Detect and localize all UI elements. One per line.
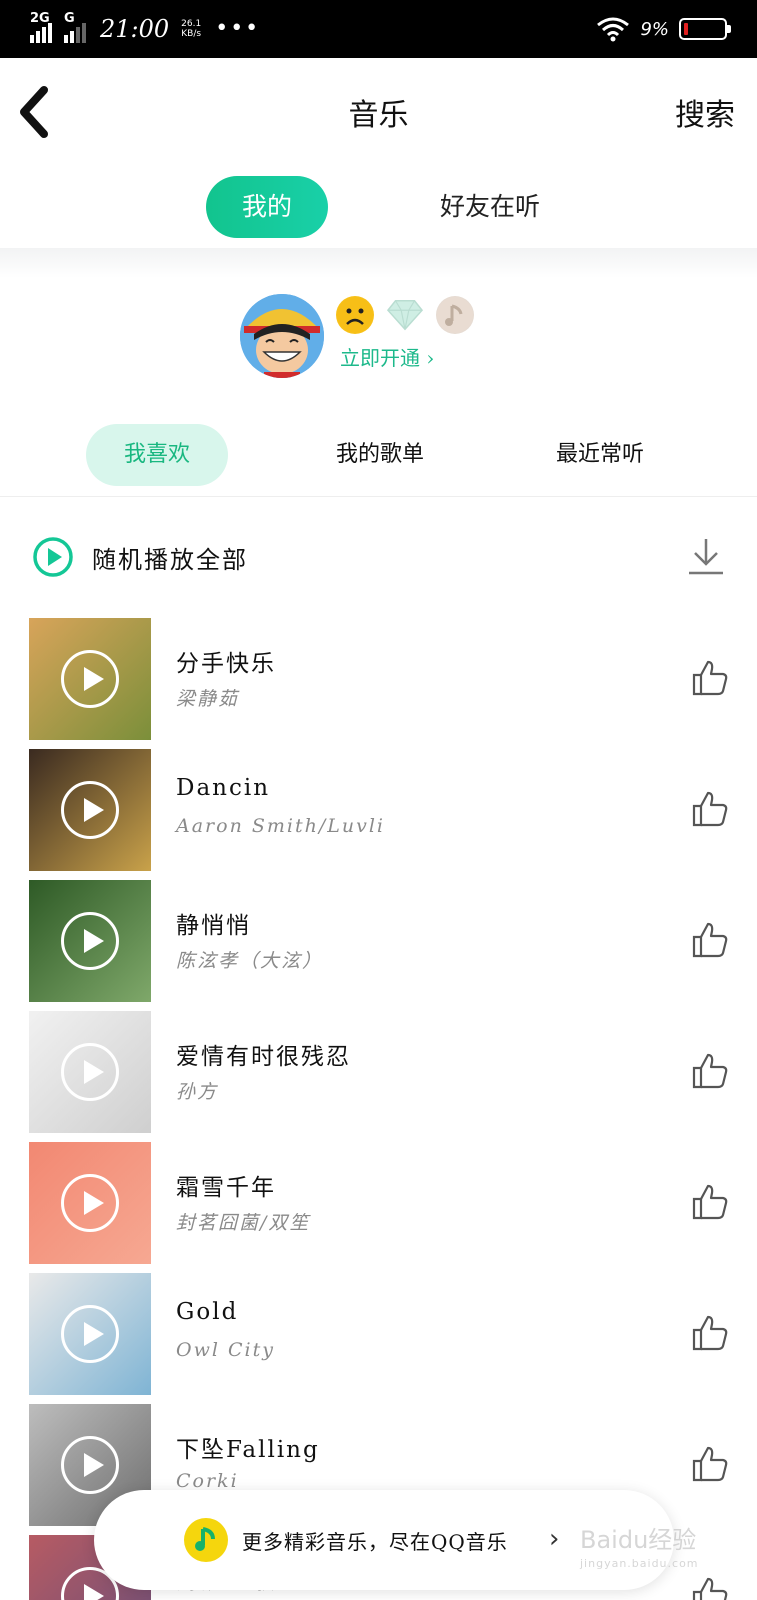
play-icon[interactable] <box>61 1174 119 1232</box>
network-speed-unit: KB/s <box>181 29 202 39</box>
song-title: 霜雪千年 <box>176 1175 276 1201</box>
download-icon[interactable] <box>686 535 726 577</box>
song-row[interactable]: Dancin Aaron Smith/Luvli <box>0 749 757 871</box>
song-row[interactable]: 爱情有时很残忍 孙方 <box>0 1011 757 1133</box>
song-title: 静悄悄 <box>176 913 251 939</box>
play-icon[interactable] <box>61 1043 119 1101</box>
signal-bar <box>64 35 68 43</box>
status-bar: 2G G 21:00 26.1 KB/s ••• 9% <box>0 0 757 58</box>
wifi-icon <box>597 17 630 42</box>
battery-percent: 9% <box>640 18 669 40</box>
song-title: 分手快乐 <box>176 651 276 677</box>
signal-bar <box>76 27 80 43</box>
battery-level <box>684 23 688 35</box>
signal-2g-icon: 2G <box>30 11 52 43</box>
play-icon[interactable] <box>61 650 119 708</box>
search-button[interactable]: 搜索 <box>675 90 735 134</box>
tab-mine[interactable]: 我的 <box>206 176 328 238</box>
album-cover[interactable] <box>29 1142 151 1264</box>
thumbs-up-icon[interactable] <box>690 1444 730 1484</box>
play-icon[interactable] <box>61 781 119 839</box>
top-nav: 音乐 搜索 我的 好友在听 <box>0 58 757 248</box>
song-artist: Aaron Smith/Luvli <box>176 815 385 837</box>
watermark: Baidu经验 jingyan.baidu.com <box>580 1520 699 1570</box>
thumbs-up-icon[interactable] <box>690 1313 730 1353</box>
song-artist: 陈泫孝（大泫） <box>176 950 324 972</box>
network-speed-value: 26.1 <box>181 19 202 29</box>
chevron-right-icon: › <box>549 1524 560 1554</box>
clock: 21:00 <box>100 15 170 43</box>
activate-vip-link[interactable]: 立即开通 › <box>340 342 434 371</box>
play-icon[interactable] <box>61 1305 119 1363</box>
thumbs-up-icon[interactable] <box>690 1051 730 1091</box>
promo-text: 更多精彩音乐，尽在QQ音乐 <box>242 1530 508 1554</box>
subtab-my-playlists[interactable]: 我的歌单 <box>300 424 460 486</box>
battery-icon <box>679 18 731 40</box>
album-cover[interactable] <box>29 1273 151 1395</box>
avatar-image <box>240 294 324 378</box>
song-artist: Owl City <box>176 1339 275 1361</box>
play-circle-icon[interactable] <box>32 536 74 578</box>
song-artist: Corki <box>176 1470 239 1492</box>
watermark-url: jingyan.baidu.com <box>580 1557 699 1570</box>
page-title: 音乐 <box>348 98 409 133</box>
play-icon[interactable] <box>61 912 119 970</box>
thumbs-up-icon[interactable] <box>690 920 730 960</box>
song-artist: 孙方 <box>176 1081 219 1103</box>
song-row[interactable]: 静悄悄陈泫孝（大泫） <box>0 880 757 1002</box>
song-row[interactable]: Gold Owl City <box>0 1273 757 1395</box>
song-title: 下坠Falling <box>176 1437 320 1463</box>
signal-bar <box>70 31 74 43</box>
album-cover[interactable] <box>29 880 151 1002</box>
signal-2g-label: 2G <box>30 11 50 26</box>
status-right: 9% <box>596 12 731 46</box>
sad-face-icon[interactable] <box>336 296 374 334</box>
diamond-icon[interactable] <box>386 296 424 334</box>
play-icon[interactable] <box>61 1436 119 1494</box>
divider <box>0 496 757 497</box>
signal-bar <box>42 27 46 43</box>
signal-bar <box>48 23 52 43</box>
album-cover[interactable] <box>29 749 151 871</box>
tab-friends-listening[interactable]: 好友在听 <box>410 176 570 238</box>
qq-music-logo-icon <box>184 1518 228 1562</box>
avatar[interactable] <box>240 294 324 378</box>
song-artist: 梁静茹 <box>176 688 240 710</box>
song-row[interactable]: 分手快乐 梁静茹 <box>0 618 757 740</box>
thumbs-up-icon[interactable] <box>690 1182 730 1222</box>
song-title: 爱情有时很残忍 <box>176 1044 351 1070</box>
song-row[interactable]: 霜雪千年封茗囧菌/双笙 <box>0 1142 757 1264</box>
song-title: Gold <box>176 1299 239 1325</box>
badge-row <box>336 296 474 334</box>
section-separator <box>0 248 757 278</box>
more-notifications-icon: ••• <box>215 16 261 41</box>
thumbs-up-icon[interactable] <box>690 658 730 698</box>
network-speed: 26.1 KB/s <box>181 19 201 39</box>
song-artist: 封茗囧菌/双笙 <box>176 1212 311 1234</box>
status-left: 2G G 21:00 26.1 KB/s ••• <box>30 11 261 46</box>
signal-bar <box>82 23 86 43</box>
music-note-icon[interactable] <box>436 296 474 334</box>
signal-bar <box>30 35 34 43</box>
subtab-recently-played[interactable]: 最近常听 <box>520 424 680 486</box>
signal-bar <box>36 31 40 43</box>
subtab-liked[interactable]: 我喜欢 <box>86 424 228 486</box>
album-cover[interactable] <box>29 618 151 740</box>
signal-g-label: G <box>64 11 75 26</box>
thumbs-up-icon[interactable] <box>690 1575 730 1600</box>
album-cover[interactable] <box>29 1011 151 1133</box>
watermark-brand: Baidu经验 <box>580 1526 697 1554</box>
signal-g-icon: G <box>64 11 86 43</box>
shuffle-play-all-button[interactable]: 随机播放全部 <box>92 540 248 575</box>
song-title: Dancin <box>176 775 271 801</box>
thumbs-up-icon[interactable] <box>690 789 730 829</box>
